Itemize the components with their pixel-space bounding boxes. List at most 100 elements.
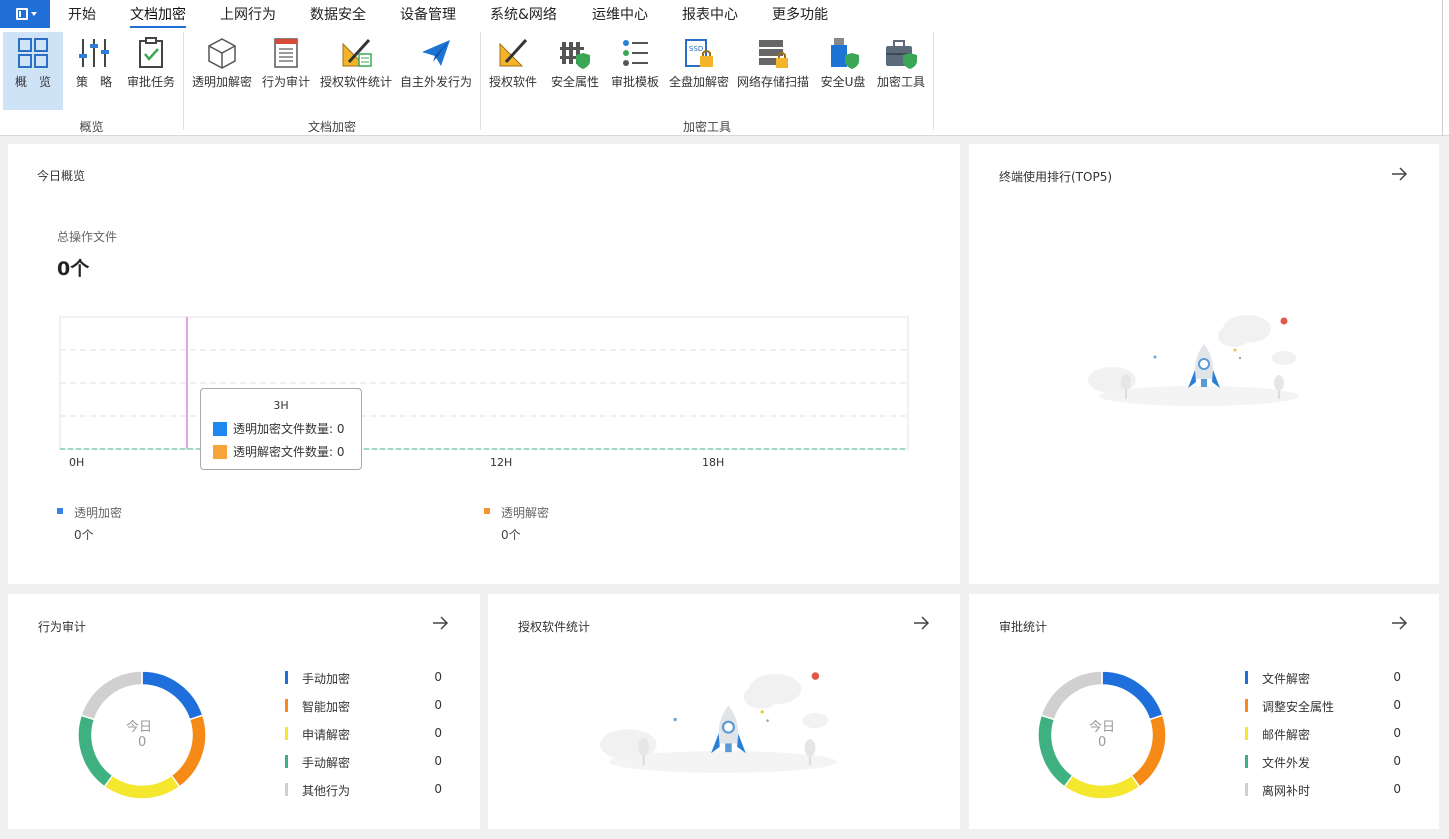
app-menu-button[interactable] <box>0 0 50 28</box>
today-overview-panel: 今日概览 总操作文件 0个 0H 12H 18H 3H 透明加密文件数量: 0 … <box>8 144 960 584</box>
legend-item-value: 0 <box>434 670 442 684</box>
donut-segment[interactable] <box>1063 774 1141 800</box>
x-tick-label: 12H <box>490 456 512 469</box>
tab-data-security[interactable]: 数据安全 <box>310 0 366 28</box>
tab-more-functions[interactable]: 更多功能 <box>772 0 828 28</box>
cube-icon <box>208 38 236 69</box>
crypto-tools-label: 加密工具 <box>876 75 925 89</box>
approval-stats-panel: 审批统计 今日 0 文件解密 0 调整安全属性 0 邮件解密 0 文件外发 0 … <box>969 594 1439 829</box>
auth-software-stats-label: 授权软件统计 <box>319 75 392 89</box>
total-files-label: 总操作文件 <box>57 230 118 244</box>
legend-item-value: 0 <box>1393 698 1401 712</box>
paper-plane-icon <box>422 40 450 66</box>
legend-bar <box>1245 755 1248 768</box>
tab-device-management[interactable]: 设备管理 <box>400 0 456 28</box>
tab-start[interactable]: 开始 <box>68 0 96 28</box>
donut-segment[interactable] <box>1037 714 1074 788</box>
donut-segment[interactable] <box>77 714 114 788</box>
approval-template-button[interactable]: 审批模板 <box>608 32 662 110</box>
usb-shield-icon <box>831 38 859 69</box>
policy-label: 策 略 <box>75 75 112 89</box>
panel-title: 今日概览 <box>37 169 86 183</box>
legend-item-value: 0 <box>1393 782 1401 796</box>
legend-item-label: 离网补时 <box>1262 784 1311 798</box>
toolbox-icon <box>886 40 917 69</box>
legend-bar <box>285 699 288 712</box>
crypto-tools-button[interactable]: 加密工具 <box>874 32 928 110</box>
server-lock-icon <box>759 40 788 68</box>
auth-software-stats-button[interactable]: 授权软件统计 <box>318 32 394 110</box>
panel-title: 终端使用排行(TOP5) <box>999 170 1113 184</box>
donut-segment[interactable] <box>1040 670 1103 721</box>
ruler-pencil-chart-icon <box>342 38 372 67</box>
donut-center-label: 今日 <box>126 720 153 735</box>
tab-report-center[interactable]: 报表中心 <box>682 0 738 28</box>
behavior-audit-button[interactable]: 行为审计 <box>259 32 313 110</box>
legend-item-label: 邮件解密 <box>1262 728 1311 742</box>
legend-item-label: 调整安全属性 <box>1262 700 1335 714</box>
tab-ops-center[interactable]: 运维中心 <box>592 0 648 28</box>
tooltip-header: 3H <box>273 399 289 412</box>
user-list-icon <box>623 40 648 66</box>
tab-internet-behavior[interactable]: 上网行为 <box>220 0 276 28</box>
donut-segment[interactable] <box>170 714 207 788</box>
autonomous-outgoing-label: 自主外发行为 <box>399 75 472 89</box>
x-tick-label: 0H <box>69 456 84 469</box>
arrow-right-icon[interactable] <box>1389 613 1409 633</box>
donut-segment[interactable] <box>1130 714 1167 788</box>
arrow-right-icon[interactable] <box>430 613 450 633</box>
menu-icon <box>16 8 28 20</box>
transparent-crypto-button[interactable]: 透明加解密 <box>190 32 254 110</box>
autonomous-outgoing-button[interactable]: 自主外发行为 <box>398 32 474 110</box>
secure-usb-button[interactable]: 安全U盘 <box>816 32 870 110</box>
tab-system-network[interactable]: 系统&网络 <box>490 0 557 28</box>
legend-bar <box>285 783 288 796</box>
group-separator <box>183 32 184 130</box>
panel-title: 审批统计 <box>999 620 1048 634</box>
legend-item-label: 文件外发 <box>1262 756 1311 770</box>
terminal-rank-panel: 终端使用排行(TOP5) <box>969 144 1439 584</box>
full-disk-crypto-button[interactable]: SSD 全盘加解密 <box>667 32 731 110</box>
panel-title: 行为审计 <box>38 620 87 634</box>
legend-item-label: 手动解密 <box>302 756 351 770</box>
overview-label: 概 览 <box>14 75 51 89</box>
approval-tasks-button[interactable]: 审批任务 <box>123 32 179 110</box>
tooltip-row: 透明加密文件数量: 0 <box>213 420 345 437</box>
legend-item-value: 0 <box>434 726 442 740</box>
tab-document-encryption[interactable]: 文档加密 <box>130 0 186 28</box>
donut-center-value: 0 <box>1098 735 1107 750</box>
policy-button[interactable]: 策 略 <box>67 32 121 110</box>
donut-segment[interactable] <box>141 670 204 721</box>
behavior-audit-panel: 行为审计 今日 0 手动加密 0 智能加密 0 申请解密 0 手动解密 0 其他… <box>8 594 480 829</box>
file-operations-chart[interactable]: 0H 12H 18H <box>56 314 912 474</box>
tooltip-row: 透明解密文件数量: 0 <box>213 443 345 460</box>
legend-swatch <box>213 445 227 459</box>
donut-segment[interactable] <box>103 774 181 800</box>
legend-item-label: 申请解密 <box>302 728 351 742</box>
x-tick-label: 18H <box>702 456 724 469</box>
arrow-right-icon[interactable] <box>911 613 931 633</box>
network-storage-scan-button[interactable]: 网络存储扫描 <box>735 32 811 110</box>
legend-decrypt-value: 0个 <box>501 528 521 542</box>
group-separator <box>480 32 481 130</box>
legend-bar <box>1245 727 1248 740</box>
approval-template-label: 审批模板 <box>610 75 659 89</box>
arrow-right-icon[interactable] <box>1389 164 1409 184</box>
donut-center-value: 0 <box>138 735 147 750</box>
behavior-audit-label: 行为审计 <box>261 75 310 89</box>
auth-software-button[interactable]: 授权软件 <box>486 32 540 110</box>
network-storage-scan-label: 网络存储扫描 <box>736 75 809 89</box>
tooltip-row-text: 透明解密文件数量: 0 <box>233 445 345 459</box>
overview-button[interactable]: 概 览 <box>3 32 63 110</box>
legend-bar <box>285 727 288 740</box>
tooltip-row-text: 透明加密文件数量: 0 <box>233 422 345 436</box>
security-attributes-button[interactable]: 安全属性 <box>548 32 602 110</box>
legend-bar <box>1245 699 1248 712</box>
total-files-value: 0个 <box>57 258 90 280</box>
legend-item-label: 手动加密 <box>302 672 351 686</box>
legend-bar <box>285 755 288 768</box>
donut-segment[interactable] <box>1101 670 1164 721</box>
group-label-crypto-tools: 加密工具 <box>682 120 731 134</box>
donut-segment[interactable] <box>80 670 143 721</box>
legend-bar <box>1245 671 1248 684</box>
